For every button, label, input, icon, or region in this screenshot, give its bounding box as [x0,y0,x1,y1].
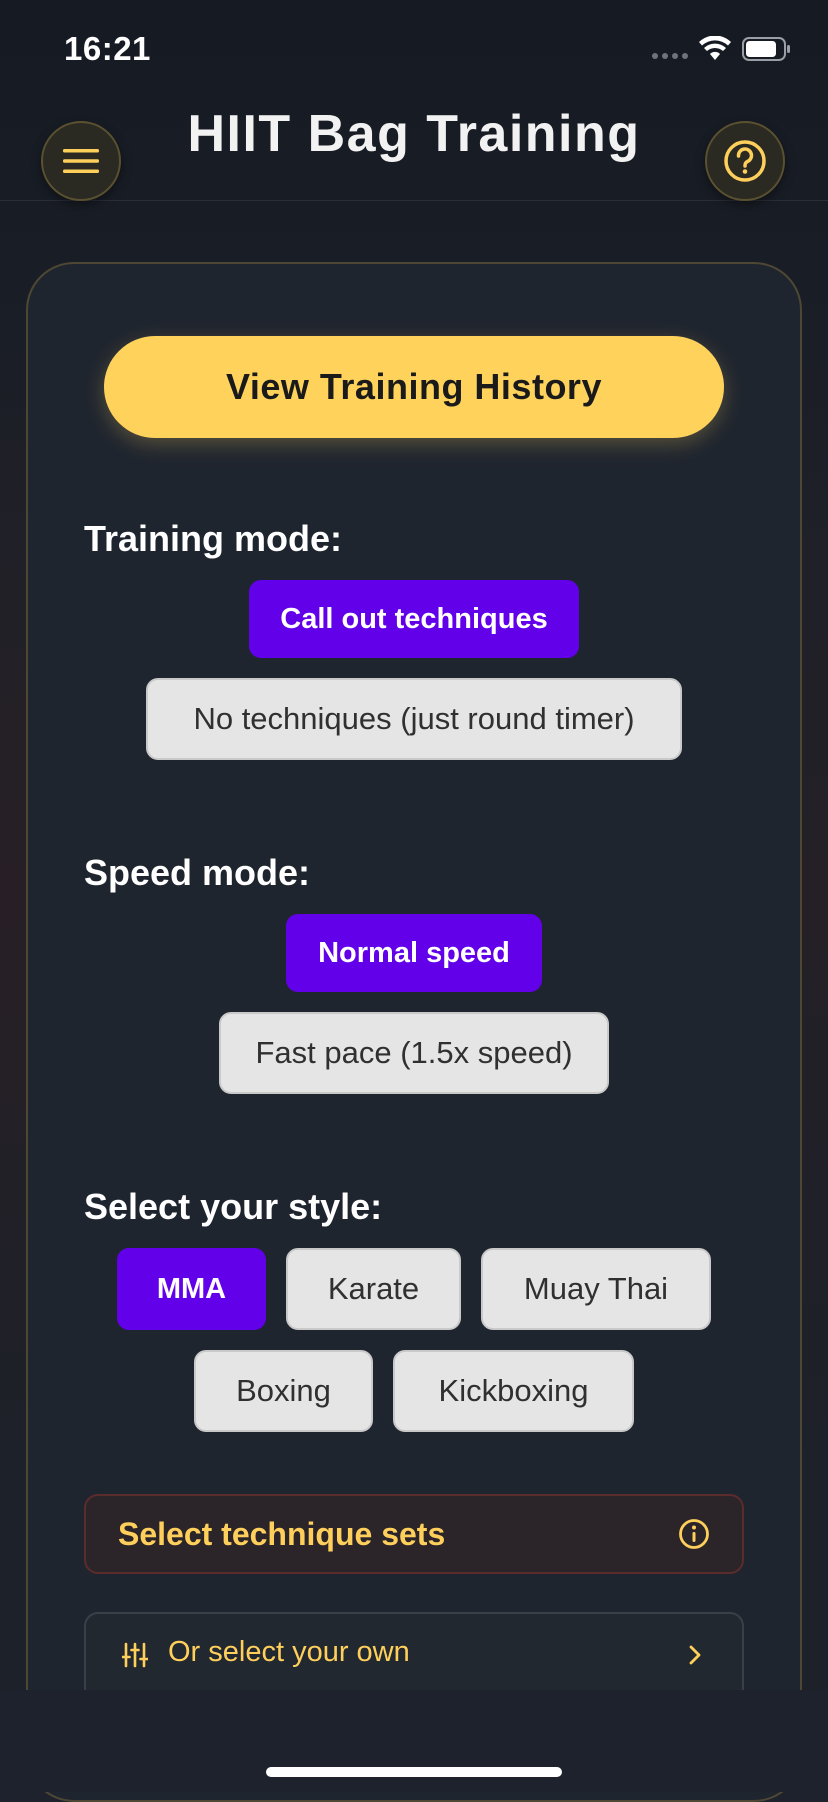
speed-mode-option-normal[interactable]: Normal speed [286,914,542,992]
training-mode-option-call-out[interactable]: Call out techniques [249,580,579,658]
app-title: HIIT Bag Training [187,105,641,163]
training-mode-option-no-techniques[interactable]: No techniques (just round timer) [146,678,682,760]
battery-icon [742,37,790,61]
status-time: 16:21 [64,30,151,67]
view-training-history-button[interactable]: View Training History [104,336,724,438]
training-mode-label: Training mode: [84,518,343,559]
info-icon[interactable] [678,1518,710,1550]
select-technique-sets-button[interactable]: Select technique sets [84,1494,744,1574]
cellular-signal-icon [652,53,688,59]
home-indicator[interactable] [266,1767,562,1777]
chevron-right-icon [689,1645,701,1665]
app-header: HIIT Bag Training [0,100,828,201]
help-button[interactable] [705,121,785,201]
technique-sets-label: Select technique sets [118,1516,446,1552]
wifi-icon [699,36,731,60]
style-label: Select your style: [84,1186,383,1227]
question-circle-icon [724,140,766,182]
speed-mode-option-fast[interactable]: Fast pace (1.5x speed) [219,1012,609,1094]
style-option-mma[interactable]: MMA [117,1248,266,1330]
style-option-karate[interactable]: Karate [286,1248,461,1330]
select-own-label: Or select your own [168,1636,410,1668]
style-option-kickboxing[interactable]: Kickboxing [393,1350,634,1432]
style-option-boxing[interactable]: Boxing [194,1350,373,1432]
speed-mode-label: Speed mode: [84,852,311,893]
select-your-own-button[interactable]: Or select your own [84,1612,744,1702]
status-bar: 16:21 [0,0,828,100]
sliders-icon [122,1642,148,1668]
style-option-muay-thai[interactable]: Muay Thai [481,1248,711,1330]
